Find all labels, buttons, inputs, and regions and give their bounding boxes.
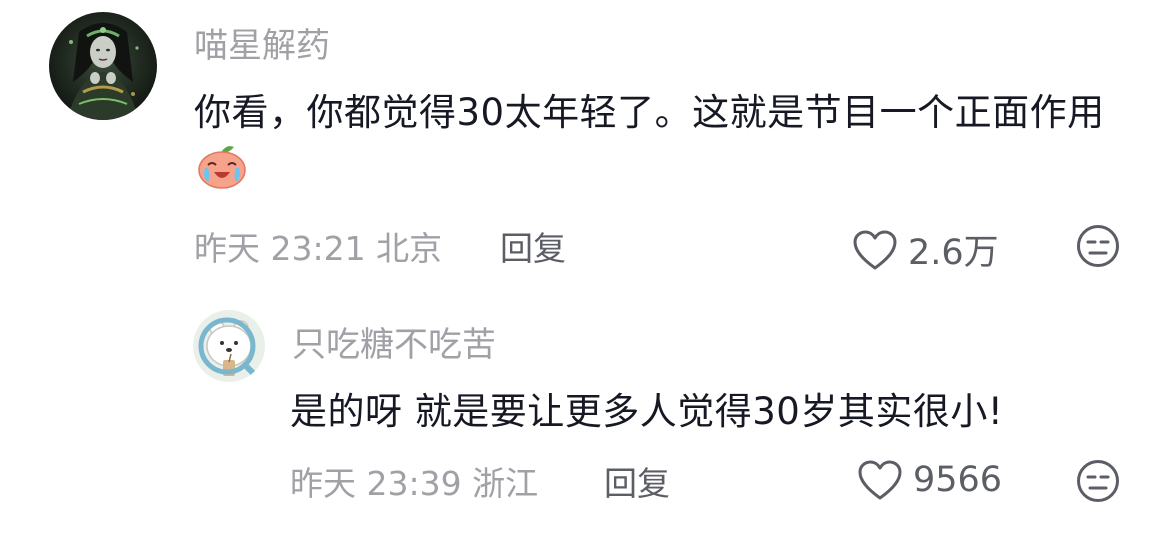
comment-location: 浙江 [472,464,539,503]
comment-time: 昨天 23:21 [194,229,366,268]
avatar-image [49,12,157,120]
comment-text: 你看，你都觉得30太年轻了。这就是节目一个正面作用 [194,82,1114,209]
avatar-image [193,310,265,382]
comment-username[interactable]: 只吃糖不吃苦 [292,317,496,366]
dislike-button[interactable] [1076,459,1120,507]
reply-button[interactable]: 回复 [604,457,670,505]
unamused-face-icon [1077,225,1119,267]
comment-meta: 昨天 23:39 浙江 [290,457,538,505]
crying-laughing-peach-emoji-icon [196,144,248,209]
comment-username[interactable]: 喵星解药 [194,18,330,67]
avatar[interactable] [193,310,265,382]
comment-location: 北京 [376,229,443,268]
dislike-button[interactable] [1076,224,1120,272]
comment-meta: 昨天 23:21 北京 [194,222,442,270]
like-count: 2.6万 [908,233,999,273]
heart-outline-icon [858,460,902,500]
comment-time: 昨天 23:39 [290,464,462,503]
like-button[interactable]: 9566 [857,459,1002,501]
reply-button[interactable]: 回复 [500,222,566,270]
heart-outline-icon [853,230,897,269]
like-count: 9566 [913,460,1003,500]
avatar[interactable] [49,12,157,120]
comment-text-content: 你看，你都觉得30太年轻了。这就是节目一个正面作用 [194,91,1105,134]
like-button[interactable]: 2.6万 [852,224,999,275]
unamused-face-icon [1077,460,1119,502]
comment-text: 是的呀 就是要让更多人觉得30岁其实很小! [290,390,1004,433]
